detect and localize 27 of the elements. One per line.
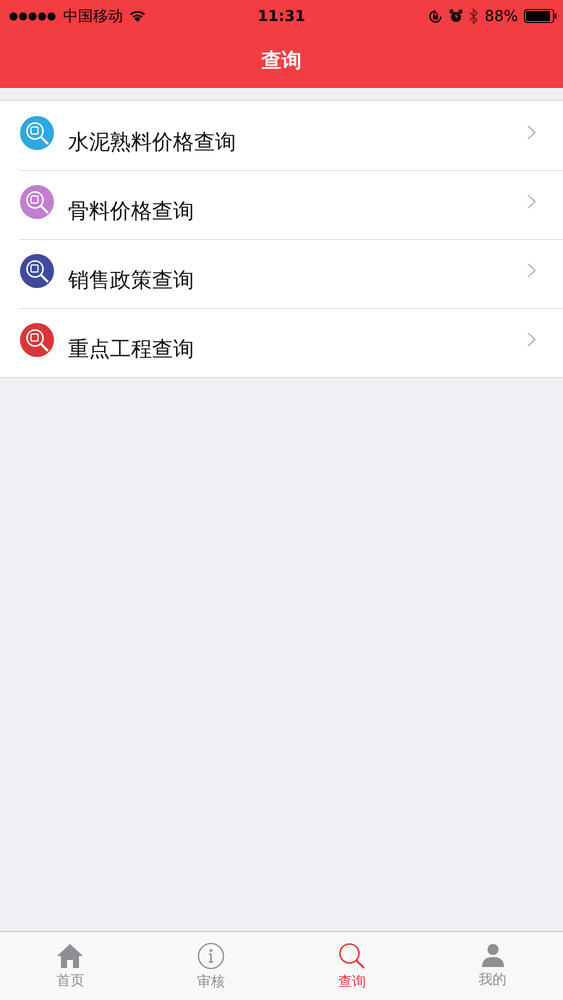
query-list-item[interactable]: 水泥熟料价格查询 (0, 101, 563, 170)
item-label: 骨料价格查询 (68, 198, 194, 224)
clock-time: 11:31 (258, 7, 306, 25)
signal-icon (9, 12, 57, 20)
carrier-name: 中国移动 (63, 6, 123, 26)
item-label: 销售政策查询 (68, 266, 194, 294)
query-list-item[interactable]: 销售政策查询 (0, 239, 563, 308)
query-list-item[interactable]: 重点工程查询 (0, 308, 563, 377)
chevron-right-icon (527, 263, 536, 278)
battery-icon (524, 9, 557, 23)
info-icon (197, 942, 226, 970)
tab-bar-item[interactable]: 查询 (282, 932, 422, 1000)
query-list-item[interactable]: 骨料价格查询 (0, 170, 563, 239)
bluetooth-icon (468, 8, 479, 24)
item-label: 重点工程查询 (68, 336, 194, 362)
battery-percent: 88% (484, 7, 518, 25)
alarm-icon (448, 9, 463, 23)
search-icon (338, 942, 366, 970)
page-title: 查询 (262, 46, 302, 74)
item-label: 水泥熟料价格查询 (68, 128, 236, 156)
chevron-right-icon (527, 194, 536, 209)
chevron-right-icon (527, 125, 536, 140)
home-icon (56, 942, 84, 968)
chevron-right-icon (527, 332, 536, 347)
wifi-icon (129, 10, 146, 22)
user-icon (480, 943, 505, 968)
rotation-lock-icon (428, 8, 443, 24)
